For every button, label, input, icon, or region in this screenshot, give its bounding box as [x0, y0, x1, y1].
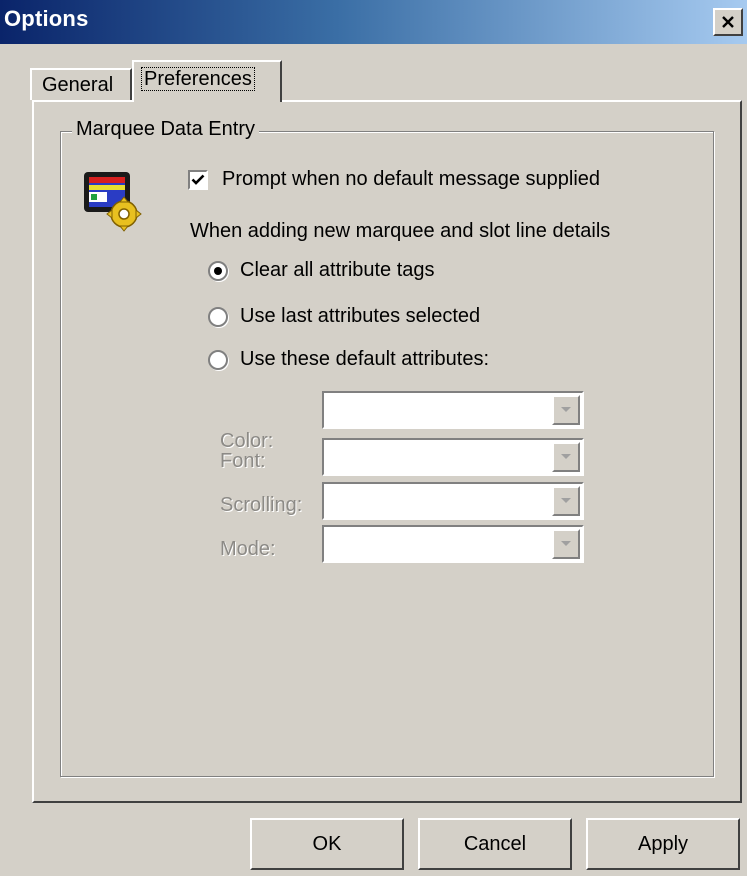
radio-button[interactable] — [208, 260, 228, 281]
radio-use-default-attributes[interactable]: Use these default attributes: — [208, 348, 489, 371]
checkmark-icon — [191, 174, 205, 185]
scrolling-label: Scrolling: — [220, 494, 303, 516]
tab-general[interactable]: General — [30, 68, 132, 100]
font-combo[interactable] — [322, 438, 584, 476]
window-title: Options — [4, 6, 89, 31]
radio-button[interactable] — [208, 306, 228, 327]
chevron-down-icon — [561, 541, 571, 546]
font-dropdown-button[interactable] — [552, 442, 580, 472]
tab-general-label: General — [42, 74, 114, 96]
chevron-down-icon — [561, 498, 571, 503]
close-icon — [722, 16, 734, 28]
radio-button[interactable] — [208, 349, 228, 370]
chevron-down-icon — [561, 454, 571, 459]
radio-selected-dot — [214, 266, 222, 275]
prompt-checkbox-label: Prompt when no default message supplied — [222, 168, 601, 190]
ok-button[interactable]: OK — [250, 818, 404, 870]
scrolling-combo[interactable] — [322, 482, 584, 520]
chevron-down-icon — [561, 407, 571, 412]
ok-button-label: OK — [312, 832, 342, 855]
mode-combo[interactable] — [322, 525, 584, 563]
attributes-intro-label: When adding new marquee and slot line de… — [190, 220, 611, 242]
marquee-settings-icon — [84, 172, 142, 232]
radio-use-last-attributes[interactable]: Use last attributes selected — [208, 305, 480, 328]
mode-dropdown-button[interactable] — [552, 529, 580, 559]
tab-preferences[interactable]: Preferences — [132, 60, 282, 102]
apply-button-label: Apply — [637, 832, 689, 855]
cancel-button[interactable]: Cancel — [418, 818, 572, 870]
radio-label: Use last attributes selected — [240, 305, 481, 327]
cancel-button-label: Cancel — [463, 832, 527, 855]
radio-label: Clear all attribute tags — [240, 259, 435, 281]
radio-label: Use these default attributes: — [240, 348, 490, 370]
color-combo[interactable] — [322, 391, 584, 429]
close-button[interactable] — [713, 8, 743, 36]
scrolling-dropdown-button[interactable] — [552, 486, 580, 516]
font-label: Font: — [220, 450, 266, 472]
title-bar: Options — [0, 0, 747, 44]
mode-label: Mode: — [220, 538, 276, 560]
color-dropdown-button[interactable] — [552, 395, 580, 425]
group-legend: Marquee Data Entry — [72, 118, 259, 141]
prompt-checkbox[interactable] — [188, 169, 208, 190]
tab-preferences-label: Preferences — [141, 67, 255, 91]
apply-button[interactable]: Apply — [586, 818, 740, 870]
prompt-checkbox-row[interactable]: Prompt when no default message supplied — [188, 168, 600, 191]
radio-clear-all-tags[interactable]: Clear all attribute tags — [208, 259, 435, 282]
